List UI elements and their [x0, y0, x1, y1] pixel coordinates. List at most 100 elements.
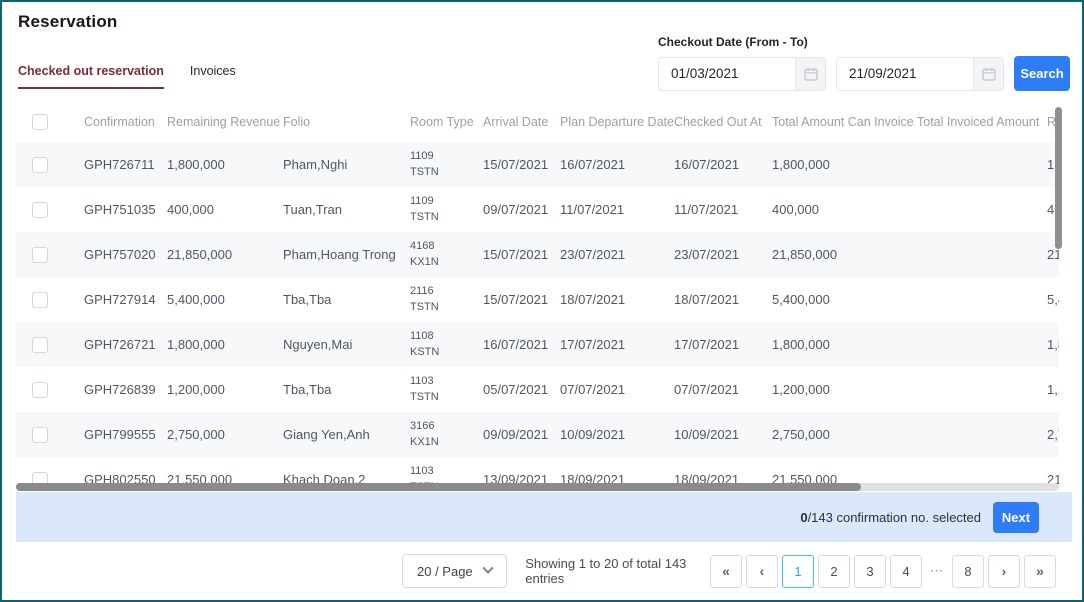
next-page-button[interactable]: › [988, 555, 1020, 588]
col-room-type: Room Type [410, 102, 483, 142]
checkout-date-filter: Checkout Date (From - To) 01/03/2021 21/… [658, 35, 1070, 91]
cell-total-invoiced-amount [917, 367, 1047, 412]
col-confirmation: Confirmation [84, 102, 167, 142]
room-code: TSTN [410, 390, 439, 406]
cell-plan-departure-date: 17/07/2021 [560, 322, 674, 367]
room-number: 3166 [410, 419, 434, 435]
page-2-button[interactable]: 2 [818, 555, 850, 588]
cell-total-invoiced-amount [917, 412, 1047, 457]
selection-count-text: 0/143 confirmation no. selected [800, 510, 981, 525]
page-1-button[interactable]: 1 [782, 555, 814, 588]
row-checkbox[interactable] [32, 247, 48, 263]
cell-folio: Tba,Tba [283, 277, 410, 322]
cell-remaining-revenue: 2,750,000 [167, 412, 283, 457]
table-row[interactable]: GPH727914 5,400,000 Tba,Tba 2116 TSTN 15… [16, 277, 1059, 322]
cell-total-amount-can-invoice: 400,000 [772, 187, 917, 232]
room-code: KSTN [410, 345, 439, 361]
calendar-icon[interactable] [973, 58, 1003, 90]
vertical-scrollbar-thumb[interactable] [1055, 107, 1062, 249]
cell-plan-departure-date: 07/07/2021 [560, 367, 674, 412]
room-number: 4168 [410, 239, 434, 255]
cell-room-type: 3166 KX1N [410, 412, 483, 457]
chevron-down-icon [483, 563, 494, 574]
cell-folio: Tba,Tba [283, 367, 410, 412]
cell-checked-out-at: 23/07/2021 [674, 232, 772, 277]
row-checkbox[interactable] [32, 292, 48, 308]
cell-checked-out-at: 18/07/2021 [674, 277, 772, 322]
cell-checked-out-at: 11/07/2021 [674, 187, 772, 232]
room-code: TSTN [410, 210, 439, 226]
checkout-date-to-value: 21/09/2021 [837, 58, 973, 90]
table-row[interactable]: GPH751035 400,000 Tuan,Tran 1109 TSTN 09… [16, 187, 1059, 232]
tabs: Checked out reservation Invoices [18, 64, 236, 89]
search-button[interactable]: Search [1014, 56, 1070, 91]
cell-confirmation: GPH726839 [84, 367, 167, 412]
row-checkbox[interactable] [32, 202, 48, 218]
prev-page-button[interactable]: ‹ [746, 555, 778, 588]
row-checkbox[interactable] [32, 382, 48, 398]
checkout-date-label: Checkout Date (From - To) [658, 35, 1070, 49]
col-total-invoiced-amount: Total Invoiced Amount [917, 102, 1047, 142]
cell-folio: Tuan,Tran [283, 187, 410, 232]
cell-total-invoiced-amount [917, 322, 1047, 367]
row-checkbox[interactable] [32, 427, 48, 443]
cell-confirmation: GPH799555 [84, 412, 167, 457]
pages-ellipsis: ⋯ [926, 555, 948, 588]
room-code: KX1N [410, 435, 439, 451]
col-checked-out-at: Checked Out At [674, 102, 772, 142]
selection-bar: 0/143 confirmation no. selected Next [16, 492, 1072, 542]
table-row[interactable]: GPH726839 1,200,000 Tba,Tba 1103 TSTN 05… [16, 367, 1059, 412]
page-8-button[interactable]: 8 [952, 555, 984, 588]
first-page-button[interactable]: « [710, 555, 742, 588]
page-size-value: 20 / Page [417, 564, 473, 579]
horizontal-scrollbar-thumb[interactable] [16, 483, 861, 491]
cell-total-amount-can-invoice: 21,850,000 [772, 232, 917, 277]
cell-confirmation: GPH726711 [84, 142, 167, 187]
room-number: 1103 [410, 464, 434, 480]
cell-folio: Giang Yen,Anh [283, 412, 410, 457]
room-code: TSTN [410, 300, 439, 316]
room-number: 1103 [410, 374, 434, 390]
table-row[interactable]: GPH799555 2,750,000 Giang Yen,Anh 3166 K… [16, 412, 1059, 457]
select-all-checkbox[interactable] [32, 114, 48, 130]
row-checkbox[interactable] [32, 157, 48, 173]
page-3-button[interactable]: 3 [854, 555, 886, 588]
cell-remaining-revenue: 1,800,000 [167, 142, 283, 187]
page-size-select[interactable]: 20 / Page [402, 554, 507, 588]
tab-invoices[interactable]: Invoices [190, 64, 236, 89]
col-remaining-revenue: Remaining Revenue [167, 102, 283, 142]
page-title: Reservation [18, 12, 118, 32]
room-number: 1109 [410, 194, 434, 210]
cell-room-type: 1108 KSTN [410, 322, 483, 367]
col-arrival-date: Arrival Date [483, 102, 560, 142]
cell-checked-out-at: 07/07/2021 [674, 367, 772, 412]
cell-total-amount-can-invoice: 5,400,000 [772, 277, 917, 322]
cell-total-invoiced-amount [917, 232, 1047, 277]
calendar-icon[interactable] [795, 58, 825, 90]
table-row[interactable]: GPH726711 1,800,000 Pham,Nghi 1109 TSTN … [16, 142, 1059, 187]
pagination: 20 / Page Showing 1 to 20 of total 143 e… [402, 554, 1056, 588]
checkout-date-from-input[interactable]: 01/03/2021 [658, 57, 826, 91]
cell-remaining-revenue: 1,800,000 [167, 322, 283, 367]
page-4-button[interactable]: 4 [890, 555, 922, 588]
last-page-button[interactable]: » [1024, 555, 1056, 588]
next-button[interactable]: Next [993, 502, 1039, 533]
table-row[interactable]: GPH757020 21,850,000 Pham,Hoang Trong 41… [16, 232, 1059, 277]
pager-buttons: «‹1234⋯8›» [710, 555, 1056, 588]
vertical-scrollbar[interactable] [1055, 105, 1062, 485]
cell-total-invoiced-amount [917, 142, 1047, 187]
checkout-date-from-value: 01/03/2021 [659, 58, 795, 90]
row-checkbox[interactable] [32, 337, 48, 353]
horizontal-scrollbar[interactable] [16, 483, 1059, 491]
checkout-date-to-input[interactable]: 21/09/2021 [836, 57, 1004, 91]
cell-plan-departure-date: 10/09/2021 [560, 412, 674, 457]
cell-arrival-date: 16/07/2021 [483, 322, 560, 367]
room-code: TSTN [410, 165, 439, 181]
cell-remaining-revenue: 21,850,000 [167, 232, 283, 277]
tab-checked-out-reservation[interactable]: Checked out reservation [18, 64, 164, 89]
cell-folio: Pham,Nghi [283, 142, 410, 187]
cell-arrival-date: 05/07/2021 [483, 367, 560, 412]
cell-confirmation: GPH726721 [84, 322, 167, 367]
selected-count: 0 [800, 510, 807, 525]
table-row[interactable]: GPH726721 1,800,000 Nguyen,Mai 1108 KSTN… [16, 322, 1059, 367]
